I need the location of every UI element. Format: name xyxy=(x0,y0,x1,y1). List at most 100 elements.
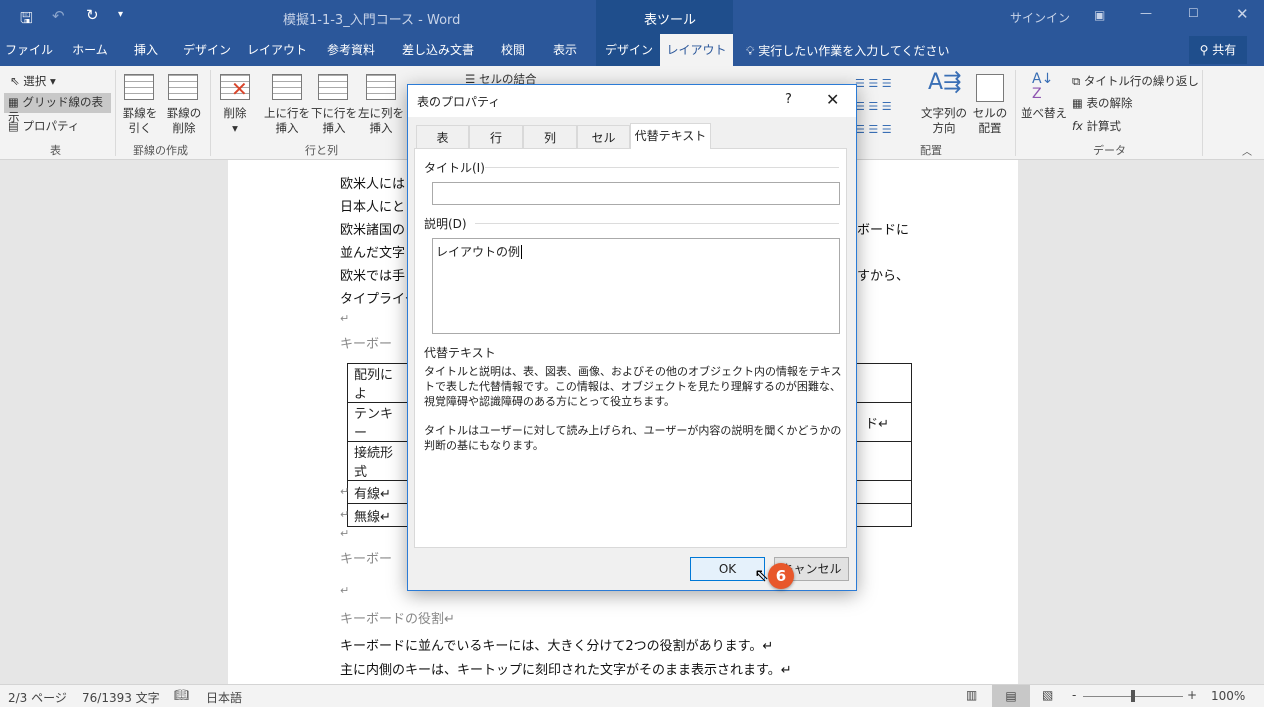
word-count[interactable]: 76/1393 文字 xyxy=(82,689,160,706)
minimize-button[interactable]: — xyxy=(1140,6,1152,20)
paragraph-mark: ↵ xyxy=(340,485,350,498)
page-count[interactable]: 2/3 ページ xyxy=(8,689,67,706)
doc-line: 主に内側のキーは、キートップに刻印された文字がそのまま表示されます。↵ xyxy=(340,663,792,678)
insert-above-button[interactable]: 上に行を 挿入 xyxy=(264,106,310,136)
group-label-rows: 行と列 xyxy=(305,144,338,157)
window-title: 模擬1-1-3_入門コース - Word xyxy=(283,13,461,28)
tab-alt-text[interactable]: 代替テキスト xyxy=(630,123,711,149)
zoom-in-button[interactable]: + xyxy=(1187,688,1197,702)
collapse-ribbon-icon[interactable]: ︿ xyxy=(1242,143,1252,158)
paragraph-mark: ↵ xyxy=(340,527,350,540)
close-window-button[interactable]: ✕ xyxy=(1236,5,1249,23)
delete-table-icon: ✕ xyxy=(220,74,250,101)
convert-to-text-button[interactable]: ▦ 表の解除 xyxy=(1072,96,1133,111)
doc-line: 欧米では手 xyxy=(340,269,406,284)
read-mode-icon[interactable]: ▥ xyxy=(966,688,977,702)
tab-mailings[interactable]: 差し込み文書 xyxy=(392,34,484,66)
tab-row[interactable]: 行 xyxy=(469,125,523,149)
cell-margins-button[interactable]: セルの 配置 xyxy=(970,106,1010,136)
tell-me-text: 実行したい作業を入力してください xyxy=(758,44,950,58)
status-bar: 2/3 ページ 76/1393 文字 📖︎ 日本語 ▥ ▤ ▧ - + 100% xyxy=(0,684,1264,707)
tell-me-box[interactable]: 💡︎ 実行したい作業を入力してください xyxy=(746,42,950,59)
tab-cell[interactable]: セル xyxy=(577,125,630,149)
alt-description-input[interactable]: レイアウトの例 xyxy=(432,238,840,334)
gridlines-button[interactable]: ▦ グリッド線の表示 xyxy=(4,93,111,124)
tab-table-design[interactable]: デザイン xyxy=(598,34,660,66)
tab-review[interactable]: 校閲 xyxy=(490,34,536,66)
insert-below-icon xyxy=(318,74,348,100)
doc-line-fragment: ボードに xyxy=(857,223,910,238)
description-value: レイアウトの例 xyxy=(436,245,521,259)
eraser-button[interactable]: 罫線の 削除 xyxy=(162,106,206,136)
dialog-title-bar: 表のプロパティ ? ✕ xyxy=(408,85,856,117)
sort-icon: A↓ Z xyxy=(1032,71,1054,102)
table-cell: テンキー xyxy=(347,402,408,442)
tab-column[interactable]: 列 xyxy=(523,125,577,149)
draw-table-icon xyxy=(124,74,154,100)
doc-line: 並んだ文字 xyxy=(340,246,406,261)
paragraph-mark: ↵ xyxy=(340,312,350,325)
zoom-out-button[interactable]: - xyxy=(1072,688,1076,702)
delete-button[interactable]: 削除 ▾ xyxy=(214,106,256,136)
align-grid[interactable]: ☰ ☰ ☰ ☰ ☰ ☰ ☰ ☰ ☰ xyxy=(855,72,892,141)
table-cell: 無線↵ xyxy=(347,503,408,527)
step-badge: 6 xyxy=(768,563,794,589)
share-button[interactable]: ⚲ 共有 xyxy=(1189,36,1247,64)
insert-left-button[interactable]: 左に列を 挿入 xyxy=(358,106,404,136)
web-layout-icon[interactable]: ▧ xyxy=(1042,688,1053,702)
dialog-title: 表のプロパティ xyxy=(417,95,501,109)
undo-icon[interactable]: ↶ xyxy=(52,7,65,25)
maximize-button[interactable]: ☐ xyxy=(1188,6,1199,20)
formula-button[interactable]: fx 計算式 xyxy=(1072,119,1121,134)
doc-heading: キーボー xyxy=(340,552,393,567)
tab-file[interactable]: ファイル xyxy=(0,34,58,66)
doc-line: 日本人にと xyxy=(340,200,406,215)
redo-icon[interactable]: ↻ xyxy=(86,6,99,24)
lightbulb-icon: 💡︎ xyxy=(746,44,755,58)
group-label-data: データ xyxy=(1093,144,1126,157)
tab-layout[interactable]: レイアウト xyxy=(244,34,310,66)
print-layout-icon[interactable]: ▤ xyxy=(992,685,1030,707)
insert-below-button[interactable]: 下に行を 挿入 xyxy=(310,106,358,136)
tab-insert[interactable]: 挿入 xyxy=(122,34,170,66)
insert-above-icon xyxy=(272,74,302,100)
description-label: 説明(D) xyxy=(424,217,467,231)
insert-left-icon xyxy=(366,74,396,100)
text-direction-icon: A⇶ xyxy=(928,70,962,95)
draw-table-button[interactable]: 罫線を 引く xyxy=(118,106,162,136)
zoom-slider-thumb[interactable] xyxy=(1131,690,1135,702)
group-label-align: 配置 xyxy=(920,144,942,157)
title-label: タイトル(I) xyxy=(424,161,485,175)
table-properties-dialog: 表のプロパティ ? ✕ 表 行 列 セル タイトル(I) 説明(D) レイアウト… xyxy=(407,84,857,591)
tab-table[interactable]: 表 xyxy=(416,125,469,149)
doc-line-fragment: すから、 xyxy=(857,269,910,284)
language[interactable]: 日本語 xyxy=(206,689,242,706)
ribbon-display-icon[interactable]: ▣ xyxy=(1094,8,1105,22)
tab-table-layout[interactable]: レイアウト xyxy=(660,34,733,66)
repeat-header-button[interactable]: ⧉ タイトル行の繰り返し xyxy=(1072,74,1199,89)
text-direction-button[interactable]: 文字列の 方向 xyxy=(918,106,970,136)
tab-references[interactable]: 参考資料 xyxy=(316,34,386,66)
tab-design[interactable]: デザイン xyxy=(174,34,240,66)
eraser-icon xyxy=(168,74,198,100)
doc-line: 欧米人には xyxy=(340,177,406,192)
save-icon[interactable]: 🖫 xyxy=(20,8,33,33)
mouse-cursor-icon: ⇖ xyxy=(754,565,770,586)
proofing-icon[interactable]: 📖︎ xyxy=(174,688,189,702)
zoom-level[interactable]: 100% xyxy=(1211,689,1245,703)
properties-button[interactable]: ▤ プロパティ xyxy=(8,119,79,134)
group-label-table: 表 xyxy=(50,144,61,157)
select-button[interactable]: ⇖ 選択 ▾ xyxy=(10,74,56,89)
dialog-close-button[interactable]: ✕ xyxy=(826,90,839,109)
tab-home[interactable]: ホーム xyxy=(60,34,120,66)
doc-line: 欧米諸国の xyxy=(340,223,406,238)
person-icon: ⚲ xyxy=(1199,43,1209,57)
table-cell: 有線↵ xyxy=(347,480,408,504)
help-button[interactable]: ? xyxy=(785,92,792,107)
sort-button[interactable]: 並べ替え xyxy=(1020,106,1068,121)
group-label-draw: 罫線の作成 xyxy=(133,144,188,157)
alt-title-input[interactable] xyxy=(432,182,840,205)
tab-view[interactable]: 表示 xyxy=(540,34,590,66)
signin-link[interactable]: サインイン xyxy=(1010,9,1070,26)
customize-qat-icon[interactable]: ▾ xyxy=(118,9,123,20)
